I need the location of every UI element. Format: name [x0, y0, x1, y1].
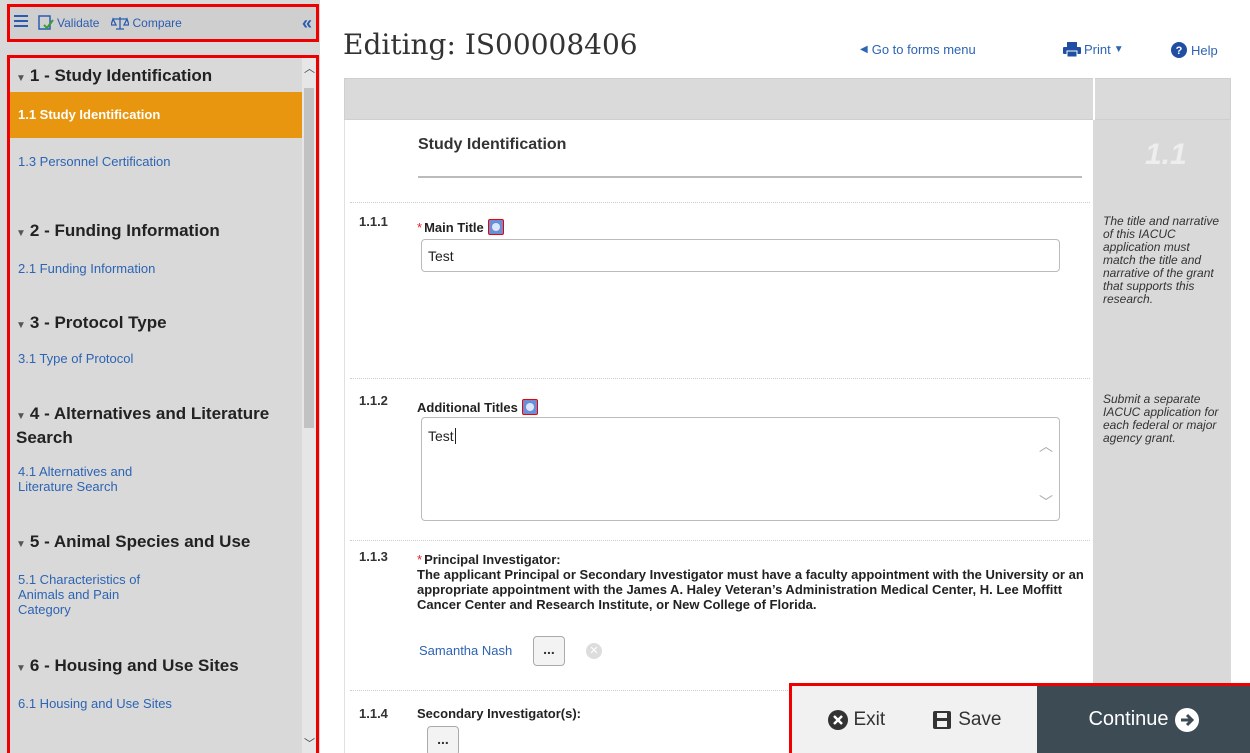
continue-button[interactable]: Continue [1037, 686, 1250, 753]
exit-button[interactable]: Exit [827, 709, 885, 731]
hamburger-menu-icon[interactable] [14, 14, 28, 32]
section-navigation: ▼ 1 - Study Identification 1.1 Study Iden… [7, 55, 319, 753]
action-bar: Exit Save Continue [789, 683, 1250, 753]
left-pane: Validate Compare « ▼ 1 - Study Identifica… [0, 0, 320, 753]
main-title-label: * Main Title [417, 219, 504, 235]
save-button[interactable]: Save [932, 709, 1002, 731]
guidance-column: 1.1 The title and narrative of this IACU… [1093, 120, 1231, 753]
nav-link-personnel[interactable]: 1.3 Personnel Certification [18, 154, 178, 169]
question-number: 1.1.2 [359, 393, 388, 408]
guidance-text-1: The title and narrative of this IACUC ap… [1103, 214, 1220, 306]
section-number: 1.1 [1145, 138, 1187, 171]
guidance-text-2: Submit a separate IACUC application for … [1103, 392, 1219, 445]
compare-label: Compare [132, 16, 182, 30]
caret-down-icon: ▼ [1113, 44, 1124, 55]
nav-scroll-thumb[interactable] [304, 88, 314, 428]
compare-button[interactable]: Compare [111, 16, 182, 30]
arrow-right-circle-icon [1174, 707, 1199, 732]
nav-heading-5[interactable]: ▼ 5 - Animal Species and Use [10, 532, 250, 552]
header-divider [1093, 78, 1095, 120]
row-divider [350, 378, 1090, 379]
secondary-investigators-label: Secondary Investigator(s): [417, 706, 581, 721]
clear-icon[interactable]: ✕ [586, 643, 602, 659]
additional-titles-label: Additional Titles [417, 399, 538, 415]
nav-link-funding[interactable]: 2.1 Funding Information [18, 261, 155, 276]
printer-icon [1063, 42, 1081, 57]
collapse-panel-icon[interactable]: « [302, 13, 312, 34]
form-content: Study Identification 1.1.1 *Main Title 1… [344, 120, 1093, 753]
validate-label: Validate [57, 16, 100, 30]
nav-heading-1[interactable]: ▼ 1 - Study Identification [10, 66, 212, 86]
row-divider [350, 540, 1090, 541]
select-pi-button[interactable]: ... [533, 636, 565, 666]
additional-titles-input[interactable]: Test ︿ ﹀ [421, 417, 1060, 521]
scroll-down-icon[interactable]: ﹀ [304, 735, 315, 751]
validate-icon [38, 15, 54, 30]
question-number: 1.1.3 [359, 549, 388, 564]
select-secondary-button[interactable]: ... [427, 726, 459, 753]
principal-investigator-name[interactable]: Samantha Nash [419, 643, 512, 658]
nav-link-active[interactable]: 1.1 Study Identification [10, 92, 303, 138]
nav-heading-4[interactable]: ▼ 4 - Alternatives and Literature Search [10, 403, 290, 448]
help-icon[interactable] [521, 399, 538, 415]
nav-heading-3[interactable]: ▼ 3 - Protocol Type [10, 313, 167, 333]
nav-link-animal-species[interactable]: 5.1 Characteristics of Animals and Pain … [18, 572, 168, 617]
nav-scrollbar[interactable]: ︿ ﹀ [302, 58, 316, 753]
left-toolbar: Validate Compare « [7, 4, 319, 42]
svg-text:?: ? [1176, 45, 1183, 57]
textarea-scroll-up-icon[interactable]: ︿ [1039, 436, 1053, 456]
textarea-scroll-down-icon[interactable]: ﹀ [1039, 492, 1053, 512]
principal-investigator-label: * Principal Investigator: [417, 552, 561, 567]
caret-left-icon: ◀ [860, 44, 868, 55]
help-link[interactable]: ? Help [1171, 42, 1218, 58]
page-title: Editing: IS00008406 [343, 28, 638, 61]
scales-icon [111, 17, 130, 30]
go-to-forms-link[interactable]: ◀ Go to forms menu [860, 42, 976, 57]
validate-button[interactable]: Validate [38, 15, 99, 31]
form-header-bar [344, 78, 1231, 120]
scroll-up-icon[interactable]: ︿ [304, 60, 315, 76]
nav-link-protocol[interactable]: 3.1 Type of Protocol [18, 351, 133, 366]
help-icon[interactable] [487, 219, 504, 235]
close-circle-icon [827, 709, 848, 730]
question-number: 1.1.1 [359, 214, 388, 229]
row-divider [350, 202, 1090, 203]
nav-heading-6[interactable]: ▼ 6 - Housing and Use Sites [10, 656, 239, 676]
nav-link-housing[interactable]: 6.1 Housing and Use Sites [18, 696, 178, 711]
question-circle-icon: ? [1171, 42, 1187, 58]
nav-heading-2[interactable]: ▼ 2 - Funding Information [10, 221, 220, 241]
section-title: Study Identification [418, 136, 567, 153]
question-number: 1.1.4 [359, 706, 388, 721]
nav-link-alternatives[interactable]: 4.1 Alternatives and Literature Search [18, 464, 178, 494]
principal-investigator-description: The applicant Principal or Secondary Inv… [417, 567, 1084, 612]
floppy-disk-icon [933, 710, 952, 729]
action-bar-light: Exit Save [792, 686, 1037, 753]
app-root: Validate Compare « ▼ 1 - Study Identifica… [0, 0, 1250, 753]
main-title-input[interactable] [421, 239, 1060, 272]
section-rule [418, 176, 1082, 178]
print-menu[interactable]: Print ▼ [1063, 42, 1124, 57]
